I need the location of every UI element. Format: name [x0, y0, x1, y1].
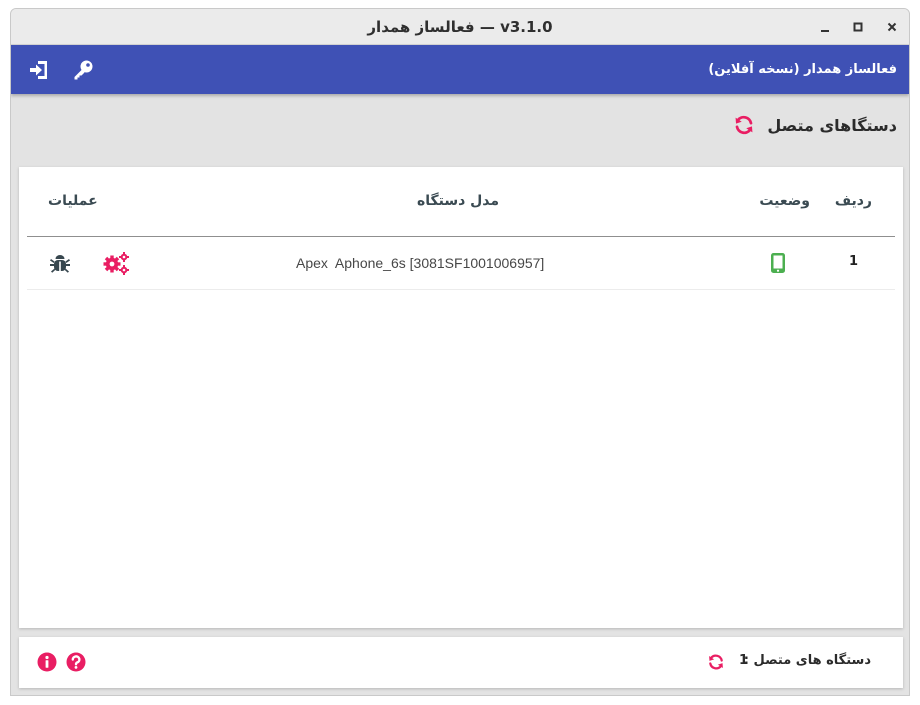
info-icon[interactable]: [37, 652, 57, 672]
refresh-icon[interactable]: [733, 114, 755, 136]
phone-icon: [771, 253, 785, 273]
bug-icon[interactable]: [49, 253, 71, 275]
minimize-icon: [821, 30, 829, 32]
device-model: Apex Aphone_6s [3081SF1001006957]: [296, 255, 545, 271]
key-button[interactable]: [71, 58, 95, 82]
minimize-button[interactable]: [817, 19, 833, 35]
maximize-button[interactable]: [850, 19, 866, 35]
app-toolbar: فعالساز همدار (نسخه آفلاین): [11, 45, 909, 94]
close-icon: [887, 22, 897, 32]
section-title: دستگاهای متصل: [767, 115, 897, 135]
table-header: ردیف وضعیت مدل دستگاه عملیات: [27, 167, 895, 237]
title-bar: فعالساز همدار — v3.1.0: [11, 9, 909, 45]
row-index: 1: [848, 254, 858, 269]
key-icon: [74, 60, 93, 80]
footer-refresh-icon[interactable]: [707, 653, 725, 671]
app-title: فعالساز همدار (نسخه آفلاین): [708, 62, 897, 77]
settings-gears-icon[interactable]: [102, 251, 130, 275]
connected-devices-label: دستگاه های متصل :: [743, 653, 871, 668]
devices-table-card: ردیف وضعیت مدل دستگاه عملیات 1 Apex Apho…: [19, 167, 903, 628]
close-button[interactable]: [884, 19, 900, 35]
column-header-operations: عملیات: [48, 193, 98, 209]
login-icon: [30, 61, 47, 79]
status-footer: 1 دستگاه های متصل :: [19, 637, 903, 688]
section-header: دستگاهای متصل: [733, 110, 897, 140]
maximize-icon: [853, 22, 863, 32]
help-icon[interactable]: [66, 652, 86, 672]
window-title: فعالساز همدار — v3.1.0: [367, 18, 553, 36]
table-row[interactable]: 1 Apex Aphone_6s [3081SF1001006957]: [27, 237, 895, 290]
app-window: فعالساز همدار — v3.1.0 فعالساز همدار (نس…: [10, 8, 910, 696]
login-button[interactable]: [27, 58, 51, 82]
column-header-model: مدل دستگاه: [416, 193, 500, 209]
